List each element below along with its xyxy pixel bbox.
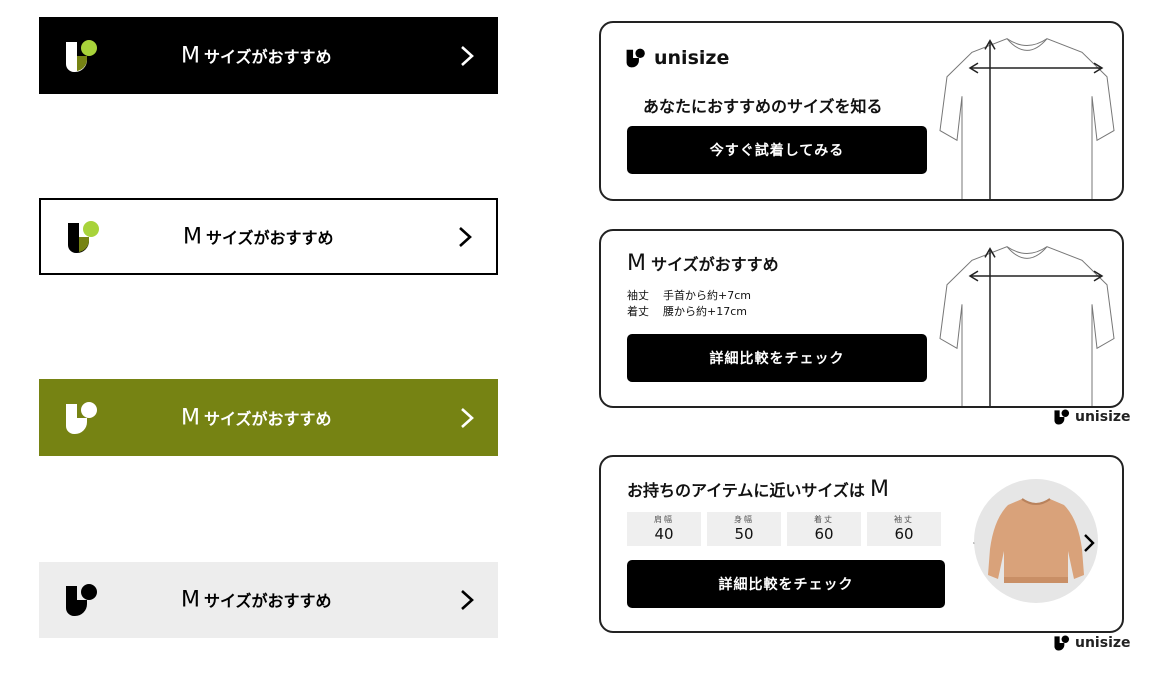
size-detail-card: M サイズがおすすめ 袖丈 手首から約+7cm 着丈 腰から約+17cm 詳細比… [599,229,1124,408]
brand-footer: unisize [1054,409,1131,425]
brand-name: unisize [1075,409,1131,425]
size-banner-olive[interactable]: M サイズがおすすめ [39,379,498,456]
compare-button[interactable]: 詳細比較をチェック [627,560,945,608]
unisize-logo-icon [68,220,99,253]
stat-value: 60 [894,525,914,543]
similar-item-card: お持ちのアイテムに近いサイズは M 肩幅 40 身幅 50 着丈 60 袖丈 6… [599,455,1124,633]
try-on-card: unisize あなたにおすすめのサイズを知る 今すぐ試着してみる [599,21,1124,201]
recommend-text: サイズがおすすめ [651,255,779,274]
size-label: M [183,224,202,249]
size-banner-gray[interactable]: M サイズがおすすめ [39,562,498,638]
measure-row: 袖丈 手首から約+7cm [627,288,751,304]
banner-text: M サイズがおすすめ [181,43,332,68]
chevron-right-icon [461,45,474,66]
measure-value: 手首から約+7cm [663,289,751,302]
brand-name: unisize [654,47,730,69]
similar-text: お持ちのアイテムに近いサイズは [627,481,865,500]
stat-cell: 肩幅 40 [627,512,701,546]
brand-header: unisize [626,47,729,69]
brand-name: unisize [1075,635,1131,651]
size-label: M [870,477,889,502]
unisize-logo-icon [1054,409,1070,425]
tshirt-measure-icon [939,246,1115,406]
chevron-right-icon[interactable] [1082,532,1096,554]
chevron-right-icon [459,226,472,247]
stat-cell: 身幅 50 [707,512,781,546]
measure-row: 着丈 腰から約+17cm [627,304,751,320]
stat-label: 袖丈 [894,515,914,524]
item-image [974,479,1098,603]
banner-text: M サイズがおすすめ [181,405,332,430]
size-label: M [181,587,200,613]
tshirt-measure-icon [939,38,1115,199]
size-label: M [181,405,200,430]
measure-label: 着丈 [627,305,649,318]
compare-button[interactable]: 詳細比較をチェック [627,334,927,382]
unisize-logo-icon [66,401,97,434]
size-banner-black[interactable]: M サイズがおすすめ [39,17,498,94]
recommend-text: サイズがおすすめ [203,47,332,66]
recommend-text: サイズがおすすめ [203,591,332,611]
stat-value: 50 [734,525,754,543]
measure-list: 袖丈 手首から約+7cm 着丈 腰から約+17cm [627,288,751,320]
stat-label: 身幅 [734,515,754,524]
banner-text: M サイズがおすすめ [183,224,334,249]
measure-label: 袖丈 [627,289,649,302]
try-on-button[interactable]: 今すぐ試着してみる [627,126,927,174]
stat-value: 40 [654,525,674,543]
measure-value: 腰から約+17cm [663,305,747,318]
stat-label: 着丈 [814,515,834,524]
unisize-logo-icon [66,584,97,616]
unisize-logo-icon [66,39,97,72]
card-heading: あなたにおすすめのサイズを知る [643,97,883,116]
stat-cell: 袖丈 60 [867,512,941,546]
stat-value: 60 [814,525,834,543]
brand-footer: unisize [1054,635,1131,651]
size-label: M [181,43,200,68]
chevron-right-icon [461,407,474,428]
banner-text: M サイズがおすすめ [181,588,332,613]
recommend-text: サイズがおすすめ [203,409,332,428]
chevron-right-icon [461,590,474,610]
stat-label: 肩幅 [654,515,674,524]
size-label: M [627,251,646,276]
card-heading: お持ちのアイテムに近いサイズは M [627,477,889,502]
sweater-image [988,498,1084,583]
size-banner-outline[interactable]: M サイズがおすすめ [39,198,498,275]
stat-cell: 着丈 60 [787,512,861,546]
unisize-logo-icon [626,48,645,68]
unisize-logo-icon [1054,635,1070,651]
card-heading: M サイズがおすすめ [627,251,779,276]
recommend-text: サイズがおすすめ [205,228,334,247]
